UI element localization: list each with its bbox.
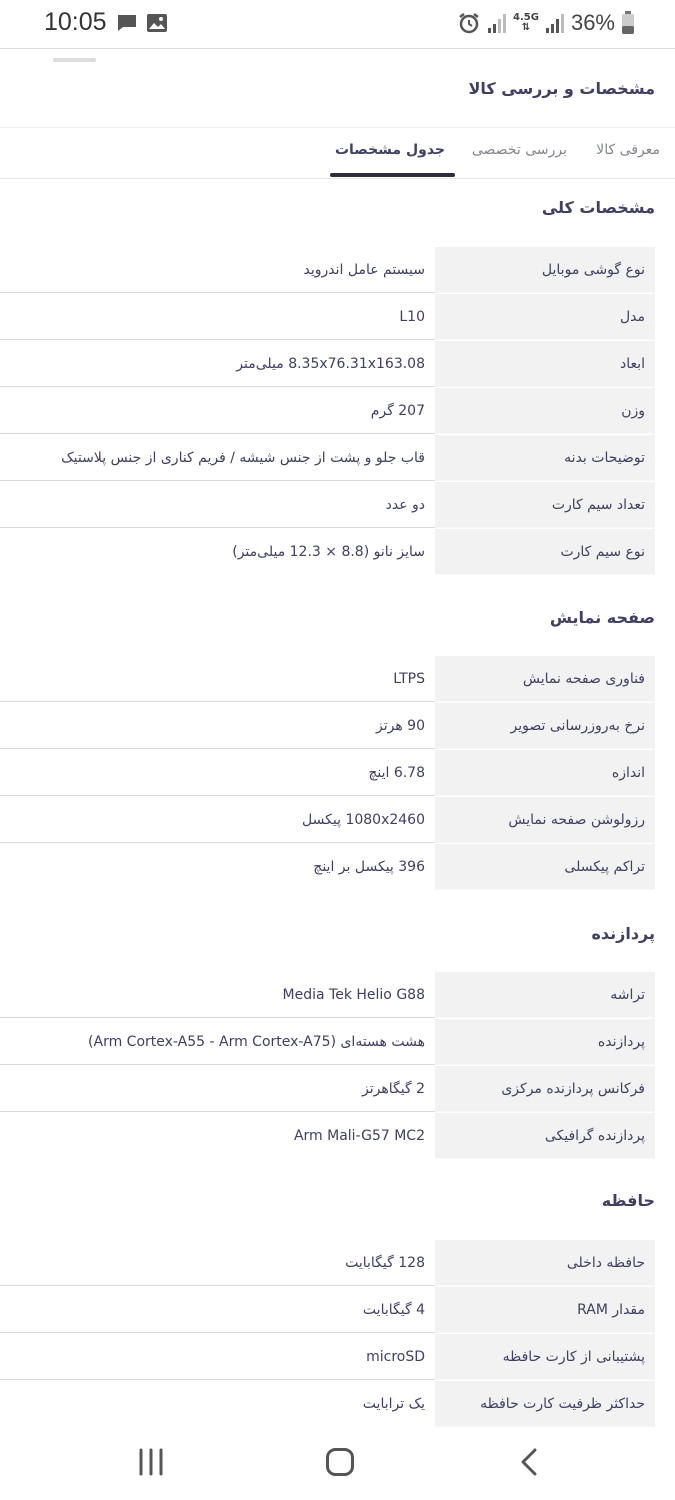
spec-row: وزن 207 گرم	[0, 388, 655, 435]
spec-value: 128 گیگابایت	[0, 1240, 435, 1286]
section-title-memory: حافظه	[601, 1191, 655, 1210]
spec-value: هشت هسته‌ای (Arm Cortex-A55 - Arm Cortex…	[0, 1019, 435, 1065]
spec-row: فرکانس پردازنده مرکزی 2 گیگاهرتز	[0, 1066, 655, 1113]
spec-key: تراکم پیکسلی	[435, 844, 655, 890]
spec-row: مدل L10	[0, 294, 655, 341]
spec-row: توضیحات بدنه قاب جلو و پشت از جنس شیشه / …	[0, 435, 655, 482]
spec-value: دو عدد	[0, 482, 435, 528]
spec-key: نوع سیم کارت	[435, 529, 655, 575]
spec-row: ابعاد 8.35x76.31x163.08 میلی‌متر	[0, 341, 655, 388]
spec-row: تعداد سیم کارت دو عدد	[0, 482, 655, 529]
section-title-processor: پردازنده	[591, 924, 655, 943]
section-title-general: مشخصات کلی	[541, 198, 655, 217]
battery-icon	[622, 11, 634, 34]
spec-row: نوع گوشی موبایل سیستم عامل اندروید	[0, 247, 655, 294]
alarm-icon	[459, 13, 479, 34]
spec-value: 2 گیگاهرتز	[0, 1066, 435, 1112]
status-time: 10:05	[44, 8, 107, 36]
spec-value: L10	[0, 294, 435, 340]
spec-key: مقدار RAM	[435, 1287, 655, 1333]
spec-value: 6.78 اینچ	[0, 750, 435, 796]
spec-row: حافظه داخلی 128 گیگابایت	[0, 1240, 655, 1287]
spec-row: نوع سیم کارت سایز نانو (8.8 × 12.3 میلی‌م…	[0, 529, 655, 576]
tabs-divider	[0, 178, 675, 179]
spec-value: Arm Mali-G57 MC2	[293, 1128, 425, 1144]
spec-value: یک ترابایت	[362, 1396, 425, 1412]
spec-key: حداکثر ظرفیت کارت حافظه	[435, 1381, 655, 1427]
cell-signal-icon	[545, 14, 564, 33]
tab-product-intro[interactable]: معرفی کالا	[596, 142, 660, 158]
spec-key: فرکانس پردازنده مرکزی	[435, 1066, 655, 1112]
spec-value: LTPS	[0, 656, 435, 702]
spec-key: مدل	[435, 294, 655, 340]
spec-value: 90 هرتز	[0, 703, 435, 749]
spec-key: تعداد سیم کارت	[435, 482, 655, 528]
back-icon[interactable]	[518, 1448, 540, 1476]
system-nav-bar	[0, 1430, 675, 1500]
spec-key: اندازه	[435, 750, 655, 796]
image-icon	[147, 14, 167, 32]
spec-value: microSD	[0, 1334, 435, 1380]
tab-bar: معرفی کالا بررسی تخصصی جدول مشخصات	[0, 130, 675, 178]
page-title: مشخصات و بررسی کالا	[468, 79, 655, 98]
spec-value: 207 گرم	[0, 388, 435, 434]
spec-key: توضیحات بدنه	[435, 435, 655, 481]
spec-row: نرخ به‌روزرسانی تصویر 90 هرتز	[0, 703, 655, 750]
section-title-display: صفحه نمایش	[549, 608, 655, 627]
spec-row: پردازنده گرافیکی Arm Mali-G57 MC2	[0, 1113, 655, 1160]
spec-value: 396 پیکسل بر اینچ	[313, 859, 425, 875]
spec-row: رزولوشن صفحه نمایش 1080x2460 پیکسل	[0, 797, 655, 844]
spec-row: تراکم پیکسلی 396 پیکسل بر اینچ	[0, 844, 655, 891]
spec-key: فناوری صفحه نمایش	[435, 656, 655, 702]
spec-value: قاب جلو و پشت از جنس شیشه / فریم کناری ا…	[0, 435, 435, 481]
spec-value: 8.35x76.31x163.08 میلی‌متر	[0, 341, 435, 387]
header-divider	[0, 127, 675, 128]
spec-key: رزولوشن صفحه نمایش	[435, 797, 655, 843]
spec-key: پردازنده	[435, 1019, 655, 1065]
status-bar: 10:05 4.5G ⇅ 36%	[0, 0, 675, 49]
spec-row: مقدار RAM 4 گیگابایت	[0, 1287, 655, 1334]
spec-key: حافظه داخلی	[435, 1240, 655, 1286]
spec-key: نرخ به‌روزرسانی تصویر	[435, 703, 655, 749]
network-type: 4.5G ⇅	[513, 12, 539, 33]
spec-row: فناوری صفحه نمایش LTPS	[0, 656, 655, 703]
spec-key: پردازنده گرافیکی	[435, 1113, 655, 1159]
spec-key: پشتیبانی از کارت حافظه	[435, 1334, 655, 1380]
active-tab-indicator	[330, 173, 455, 177]
spec-value: Media Tek Helio G88	[0, 972, 435, 1018]
tab-specifications[interactable]: جدول مشخصات	[335, 142, 445, 158]
spec-value: 4 گیگابایت	[0, 1287, 435, 1333]
spec-row: پشتیبانی از کارت حافظه microSD	[0, 1334, 655, 1381]
spec-row: پردازنده هشت هسته‌ای (Arm Cortex-A55 - Ar…	[0, 1019, 655, 1066]
spec-value: سیستم عامل اندروید	[0, 247, 435, 293]
drag-handle[interactable]	[53, 58, 96, 62]
spec-value: 1080x2460 پیکسل	[0, 797, 435, 843]
spec-row: اندازه 6.78 اینچ	[0, 750, 655, 797]
spec-key: وزن	[435, 388, 655, 434]
battery-percentage: 36%	[570, 10, 615, 35]
wifi-signal-icon	[488, 14, 507, 33]
spec-key: تراشه	[435, 972, 655, 1018]
spec-value: سایز نانو (8.8 × 12.3 میلی‌متر)	[232, 544, 425, 560]
spec-row: تراشه Media Tek Helio G88	[0, 972, 655, 1019]
tab-expert-review[interactable]: بررسی تخصصی	[472, 142, 567, 158]
home-icon[interactable]	[325, 1447, 355, 1477]
spec-key: ابعاد	[435, 341, 655, 387]
spec-key: نوع گوشی موبایل	[435, 247, 655, 293]
recent-apps-icon[interactable]	[137, 1448, 165, 1476]
spec-row: حداکثر ظرفیت کارت حافظه یک ترابایت	[0, 1381, 655, 1428]
message-icon	[118, 15, 136, 31]
